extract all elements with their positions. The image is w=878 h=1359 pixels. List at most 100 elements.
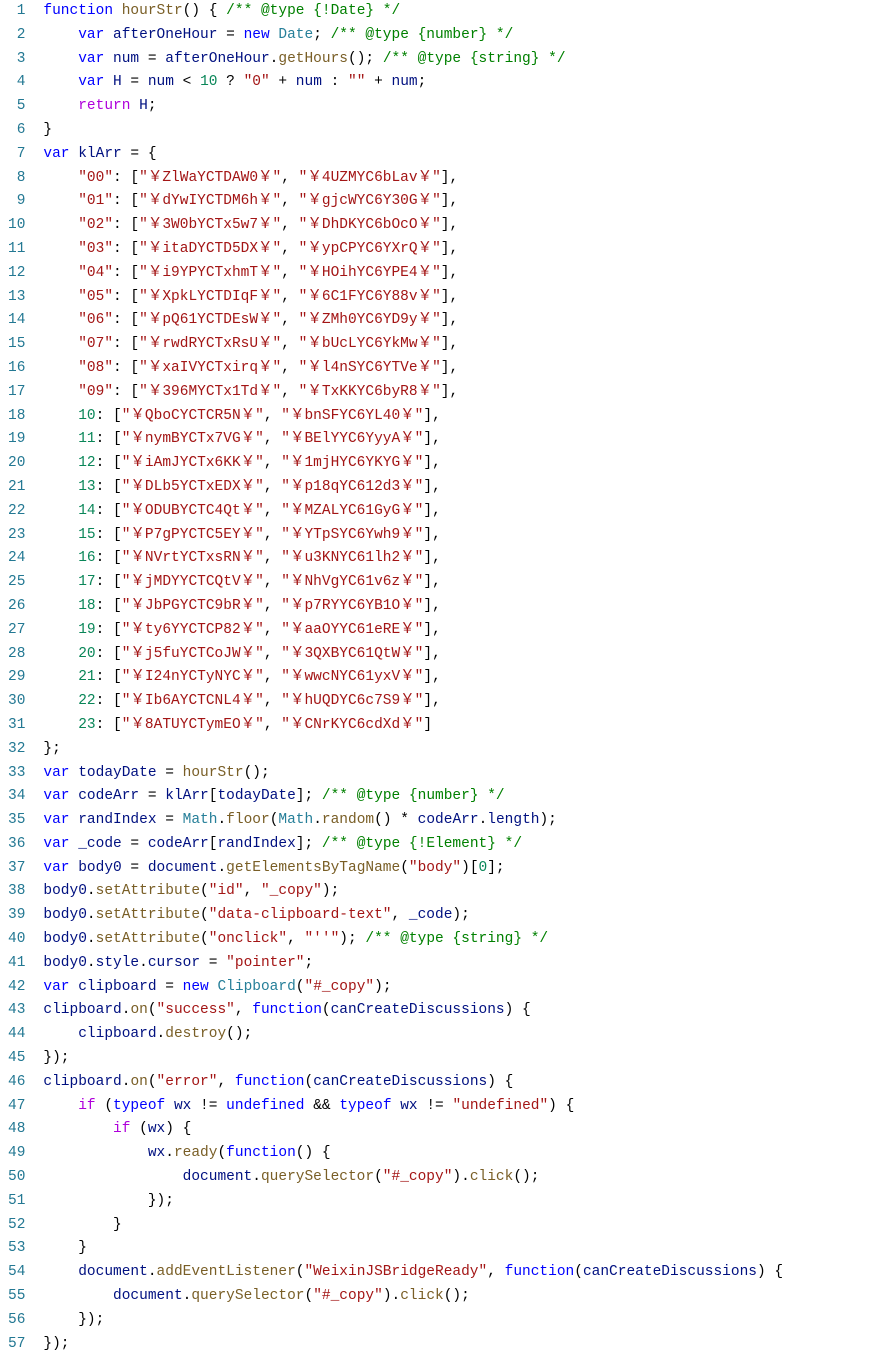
code-line: var codeArr = klArr[todayDate]; /** @typ…: [43, 785, 783, 809]
code-line: "00": ["￥ZlWaYCTDAW0￥", "￥4UZMYC6bLav￥"]…: [43, 167, 783, 191]
line-number: 24: [8, 547, 25, 571]
code-line: "01": ["￥dYwIYCTDM6h￥", "￥gjcWYC6Y30G￥"]…: [43, 190, 783, 214]
code-line: "03": ["￥itaDYCTD5DX￥", "￥ypCPYC6YXrQ￥"]…: [43, 238, 783, 262]
code-line: }: [43, 1237, 783, 1261]
code-line: clipboard.on("success", function(canCrea…: [43, 999, 783, 1023]
code-line: body0.style.cursor = "pointer";: [43, 952, 783, 976]
line-number: 3: [8, 48, 25, 72]
line-number: 11: [8, 238, 25, 262]
code-line: }: [43, 1214, 783, 1238]
code-line: var _code = codeArr[randIndex]; /** @typ…: [43, 833, 783, 857]
line-number: 16: [8, 357, 25, 381]
code-line: if (wx) {: [43, 1118, 783, 1142]
line-number: 21: [8, 476, 25, 500]
code-line: wx.ready(function() {: [43, 1142, 783, 1166]
code-line: var todayDate = hourStr();: [43, 762, 783, 786]
code-line: };: [43, 738, 783, 762]
code-line: body0.setAttribute("id", "_copy");: [43, 880, 783, 904]
line-number: 50: [8, 1166, 25, 1190]
code-line: });: [43, 1309, 783, 1333]
code-line: clipboard.on("error", function(canCreate…: [43, 1071, 783, 1095]
line-number: 30: [8, 690, 25, 714]
code-line: 16: ["￥NVrtYCTxsRN￥", "￥u3KNYC61lh2￥"],: [43, 547, 783, 571]
line-number: 20: [8, 452, 25, 476]
line-number: 53: [8, 1237, 25, 1261]
code-line: function hourStr() { /** @type {!Date} *…: [43, 0, 783, 24]
line-number: 39: [8, 904, 25, 928]
line-number: 8: [8, 167, 25, 191]
code-line: }: [43, 119, 783, 143]
code-line: body0.setAttribute("onclick", "''"); /**…: [43, 928, 783, 952]
line-number: 34: [8, 785, 25, 809]
code-line: });: [43, 1047, 783, 1071]
line-number: 19: [8, 428, 25, 452]
line-number: 31: [8, 714, 25, 738]
line-number: 37: [8, 857, 25, 881]
line-number: 4: [8, 71, 25, 95]
line-number: 47: [8, 1095, 25, 1119]
code-line: 15: ["￥P7gPYCTC5EY￥", "￥YTpSYC6Ywh9￥"],: [43, 524, 783, 548]
code-line: "07": ["￥rwdRYCTxRsU￥", "￥bUcLYC6YkMw￥"]…: [43, 333, 783, 357]
code-line: "06": ["￥pQ61YCTDEsW￥", "￥ZMh0YC6YD9y￥"]…: [43, 309, 783, 333]
code-line: "05": ["￥XpkLYCTDIqF￥", "￥6C1FYC6Y88v￥"]…: [43, 286, 783, 310]
code-line: var klArr = {: [43, 143, 783, 167]
line-number: 57: [8, 1333, 25, 1357]
line-number: 12: [8, 262, 25, 286]
line-number: 45: [8, 1047, 25, 1071]
code-line: });: [43, 1333, 783, 1357]
line-number: 55: [8, 1285, 25, 1309]
line-number: 54: [8, 1261, 25, 1285]
code-line: "09": ["￥396MYCTx1Td￥", "￥TxKKYC6byR8￥"]…: [43, 381, 783, 405]
code-line: 10: ["￥QboCYCTCR5N￥", "￥bnSFYC6YL40￥"],: [43, 405, 783, 429]
line-number: 7: [8, 143, 25, 167]
line-number: 27: [8, 619, 25, 643]
line-number: 9: [8, 190, 25, 214]
code-line: document.querySelector("#_copy").click()…: [43, 1285, 783, 1309]
line-number: 51: [8, 1190, 25, 1214]
line-number: 38: [8, 880, 25, 904]
line-number: 18: [8, 405, 25, 429]
code-content: function hourStr() { /** @type {!Date} *…: [43, 0, 783, 1356]
line-number: 2: [8, 24, 25, 48]
code-line: var num = afterOneHour.getHours(); /** @…: [43, 48, 783, 72]
code-line: document.addEventListener("WeixinJSBridg…: [43, 1261, 783, 1285]
line-number: 23: [8, 524, 25, 548]
code-line: 12: ["￥iAmJYCTx6KK￥", "￥1mjHYC6YKYG￥"],: [43, 452, 783, 476]
code-line: var randIndex = Math.floor(Math.random()…: [43, 809, 783, 833]
line-number: 14: [8, 309, 25, 333]
code-line: return H;: [43, 95, 783, 119]
code-line: 14: ["￥ODUBYCTC4Qt￥", "￥MZALYC61GyG￥"],: [43, 500, 783, 524]
line-number: 26: [8, 595, 25, 619]
line-number: 5: [8, 95, 25, 119]
line-number: 56: [8, 1309, 25, 1333]
code-line: 17: ["￥jMDYYCTCQtV￥", "￥NhVgYC61v6z￥"],: [43, 571, 783, 595]
line-number: 25: [8, 571, 25, 595]
line-number: 49: [8, 1142, 25, 1166]
code-line: "02": ["￥3W0bYCTx5w7￥", "￥DhDKYC6bOcO￥"]…: [43, 214, 783, 238]
code-editor: 1234567891011121314151617181920212223242…: [0, 0, 878, 1356]
code-line: if (typeof wx != undefined && typeof wx …: [43, 1095, 783, 1119]
code-line: });: [43, 1190, 783, 1214]
code-line: 20: ["￥j5fuYCTCoJW￥", "￥3QXBYC61QtW￥"],: [43, 643, 783, 667]
code-line: 19: ["￥ty6YYCTCP82￥", "￥aaOYYC61eRE￥"],: [43, 619, 783, 643]
line-number: 15: [8, 333, 25, 357]
line-number: 1: [8, 0, 25, 24]
code-line: var H = num < 10 ? "0" + num : "" + num;: [43, 71, 783, 95]
code-line: document.querySelector("#_copy").click()…: [43, 1166, 783, 1190]
line-number-gutter: 1234567891011121314151617181920212223242…: [0, 0, 43, 1356]
line-number: 36: [8, 833, 25, 857]
line-number: 35: [8, 809, 25, 833]
code-line: clipboard.destroy();: [43, 1023, 783, 1047]
line-number: 32: [8, 738, 25, 762]
line-number: 33: [8, 762, 25, 786]
line-number: 43: [8, 999, 25, 1023]
line-number: 42: [8, 976, 25, 1000]
line-number: 48: [8, 1118, 25, 1142]
code-line: 22: ["￥Ib6AYCTCNL4￥", "￥hUQDYC6c7S9￥"],: [43, 690, 783, 714]
line-number: 40: [8, 928, 25, 952]
code-line: 23: ["￥8ATUYCTymEO￥", "￥CNrKYC6cdXd￥"]: [43, 714, 783, 738]
line-number: 17: [8, 381, 25, 405]
line-number: 6: [8, 119, 25, 143]
code-line: 11: ["￥nymBYCTx7VG￥", "￥BElYYC6YyyA￥"],: [43, 428, 783, 452]
line-number: 46: [8, 1071, 25, 1095]
